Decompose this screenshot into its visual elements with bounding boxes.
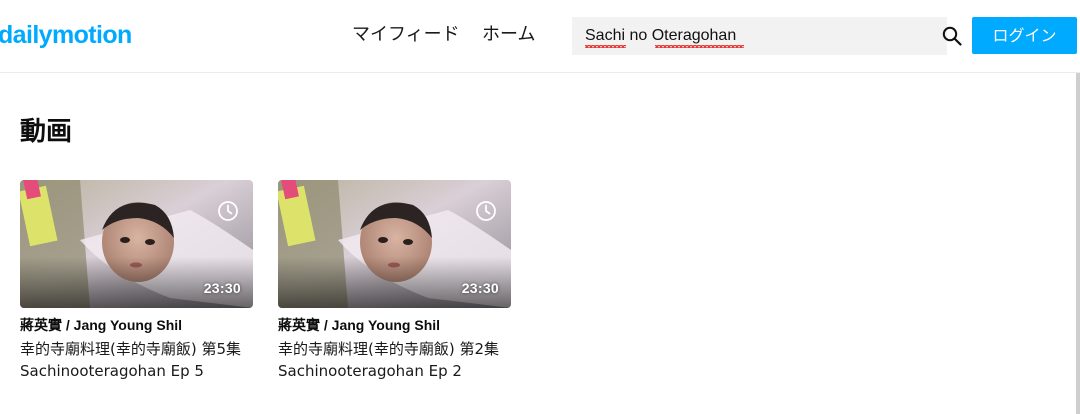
search-icon[interactable] — [942, 26, 962, 46]
top-bar: dailymotion マイフィード ホーム ログイン — [0, 0, 1080, 73]
search-input[interactable] — [585, 17, 905, 55]
video-card[interactable]: 23:30 蔣英實 / Jang Young Shil 幸的寺廟料理(幸的寺廟飯… — [278, 180, 511, 382]
nav-home[interactable]: ホーム — [482, 22, 535, 48]
section-title-videos: 動画 — [20, 117, 73, 147]
scrollbar[interactable] — [1076, 73, 1080, 414]
scrollbar-thumb[interactable] — [1076, 73, 1080, 414]
video-owner[interactable]: 蔣英實 / Jang Young Shil — [278, 316, 511, 334]
video-duration: 23:30 — [203, 280, 241, 296]
video-thumbnail[interactable]: 23:30 — [278, 180, 511, 308]
dailymotion-logo[interactable]: dailymotion — [0, 18, 132, 52]
video-title[interactable]: 幸的寺廟料理(幸的寺廟飯) 第5集 Sachinooteragohan Ep 5 — [20, 338, 253, 382]
clock-icon[interactable] — [475, 200, 497, 222]
video-owner[interactable]: 蔣英實 / Jang Young Shil — [20, 316, 253, 334]
video-card[interactable]: 23:30 蔣英實 / Jang Young Shil 幸的寺廟料理(幸的寺廟飯… — [20, 180, 253, 382]
video-title[interactable]: 幸的寺廟料理(幸的寺廟飯) 第2集 Sachinooteragohan Ep 2 — [278, 338, 511, 382]
video-duration: 23:30 — [461, 280, 499, 296]
search-bar — [572, 17, 947, 55]
video-thumbnail[interactable]: 23:30 — [20, 180, 253, 308]
page: dailymotion マイフィード ホーム ログイン 動画 — [0, 0, 1080, 414]
clock-icon[interactable] — [217, 200, 239, 222]
login-button[interactable]: ログイン — [972, 17, 1077, 54]
nav-my-feed[interactable]: マイフィード — [352, 22, 460, 48]
